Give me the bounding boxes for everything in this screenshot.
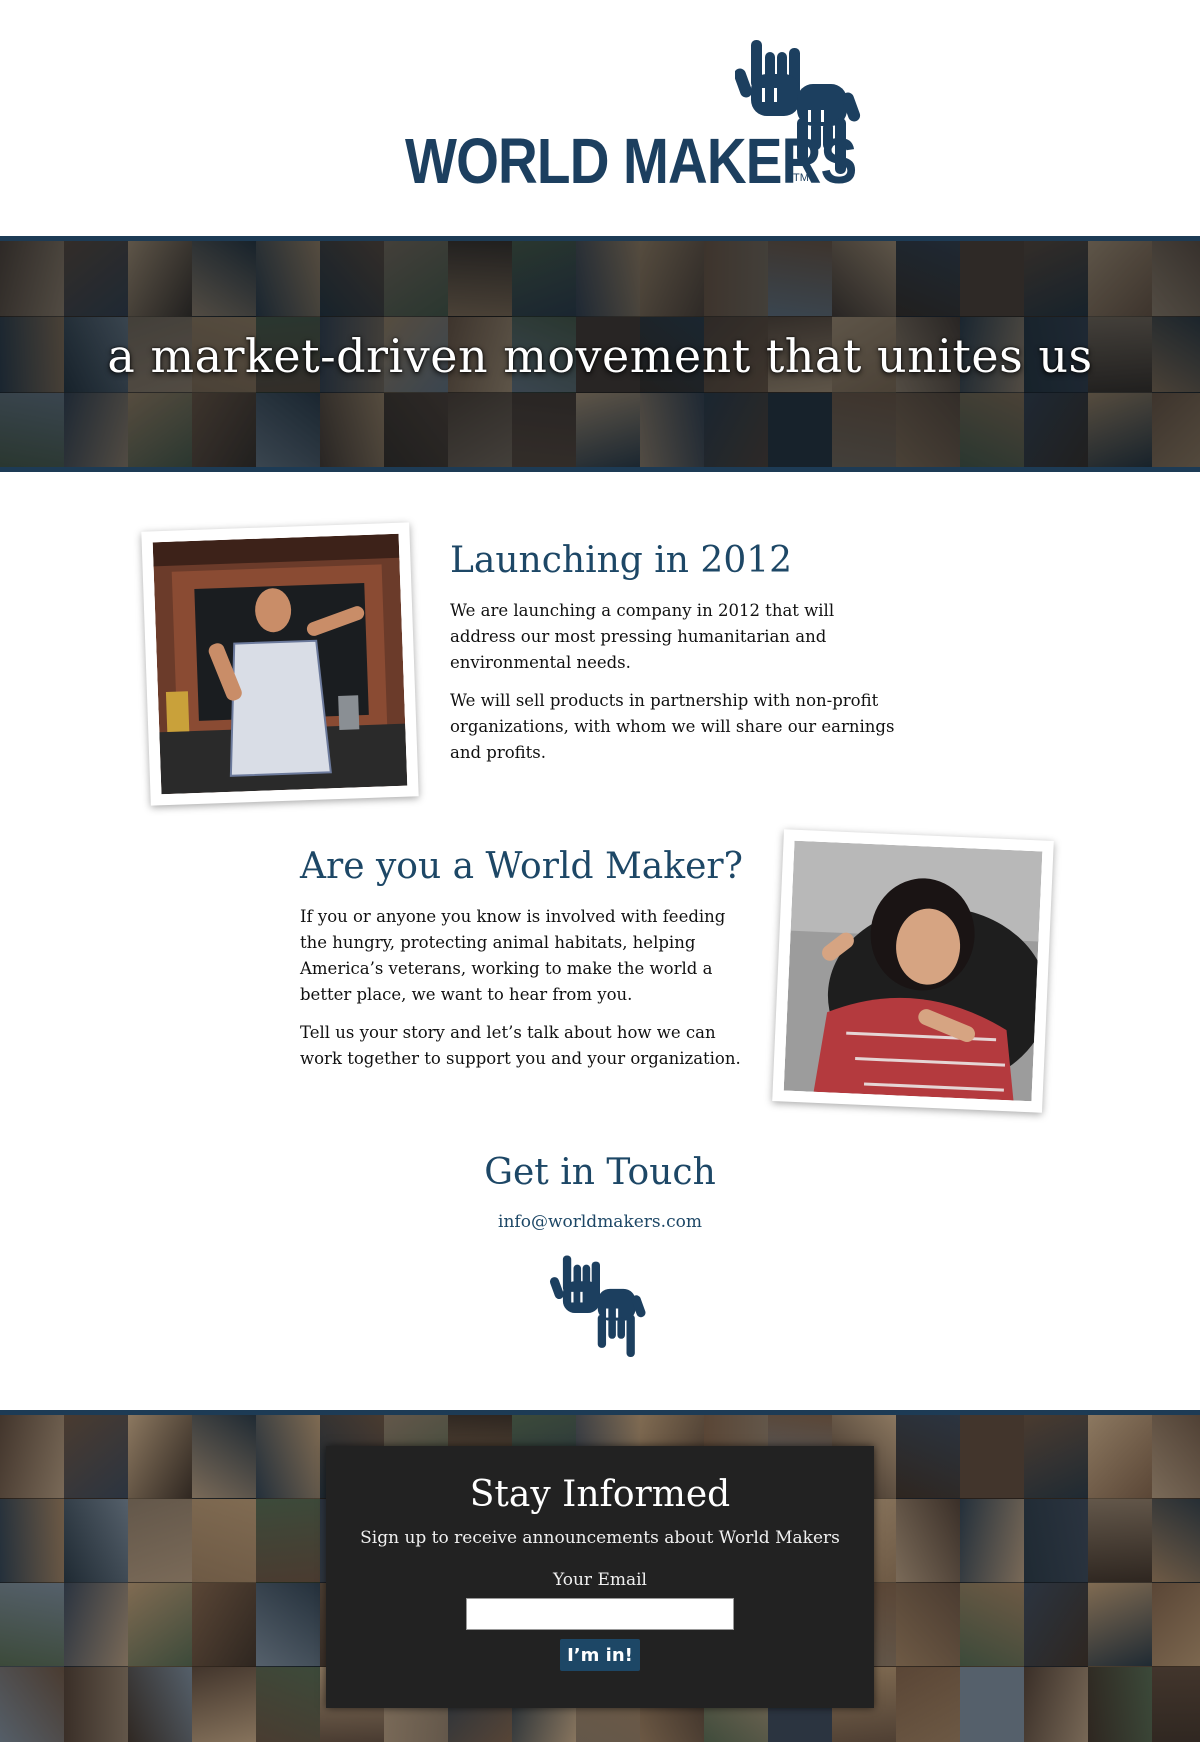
section-body-launching: We are launching a company in 2012 that … xyxy=(450,598,900,778)
hero-photo-mosaic: a market-driven movement that unites us xyxy=(0,236,1200,472)
mosaic-photo-tile xyxy=(64,1499,130,1583)
contact-title: Get in Touch xyxy=(484,1152,716,1193)
mosaic-photo-tile xyxy=(256,1583,322,1667)
mosaic-photo-tile xyxy=(896,1415,962,1499)
mosaic-photo-tile xyxy=(256,1499,322,1583)
mosaic-photo-tile xyxy=(960,1667,1026,1742)
mosaic-photo-tile xyxy=(256,1415,322,1499)
mosaic-photo-tile xyxy=(1088,1499,1154,1583)
mosaic-photo-tile xyxy=(1024,1499,1090,1583)
signup-title: Stay Informed xyxy=(469,1474,731,1515)
hero-tagline: a market-driven movement that unites us xyxy=(107,329,1093,383)
mosaic-photo-tile xyxy=(0,1499,66,1583)
mosaic-photo-tile xyxy=(1152,1583,1200,1667)
mosaic-photo-tile xyxy=(1088,1415,1154,1499)
contact-email-link[interactable]: info@worldmakers.com xyxy=(0,1212,1200,1232)
section-title-launching: Launching in 2012 xyxy=(450,540,793,581)
mosaic-photo-tile xyxy=(1088,1667,1154,1742)
mosaic-photo-tile xyxy=(128,1583,194,1667)
mosaic-photo-tile xyxy=(1152,1415,1200,1499)
mosaic-photo-tile xyxy=(1024,1583,1090,1667)
mosaic-photo-tile xyxy=(128,1667,194,1742)
mosaic-photo-tile xyxy=(64,1667,130,1742)
photo-man-hand-sign xyxy=(152,533,408,795)
hand-gesture-mark-icon xyxy=(549,1255,646,1357)
mosaic-photo-tile xyxy=(0,1415,66,1499)
email-input[interactable] xyxy=(466,1598,734,1630)
site-header: WORLD MAKERS TM xyxy=(0,0,1200,236)
email-label: Your Email xyxy=(553,1570,647,1590)
polaroid-photo-woman xyxy=(772,829,1054,1113)
mosaic-photo-tile xyxy=(192,1499,258,1583)
mosaic-photo-tile xyxy=(1024,1415,1090,1499)
mosaic-photo-tile xyxy=(64,1583,130,1667)
mosaic-photo-tile xyxy=(256,1667,322,1742)
mosaic-photo-tile xyxy=(1152,1499,1200,1583)
mosaic-photo-tile xyxy=(960,1583,1026,1667)
world-makers-logo[interactable]: WORLD MAKERS TM xyxy=(405,38,865,198)
world-maker-paragraph-1: If you or anyone you know is involved wi… xyxy=(300,907,726,1004)
mosaic-photo-tile xyxy=(960,1415,1026,1499)
logo-wordmark: WORLD MAKERS xyxy=(405,125,857,197)
signup-subtitle: Sign up to receive announcements about W… xyxy=(360,1528,840,1548)
launching-paragraph-2: We will sell products in partnership wit… xyxy=(450,691,895,762)
mosaic-photo-tile xyxy=(192,1583,258,1667)
mosaic-photo-tile xyxy=(896,1583,962,1667)
mosaic-photo-tile xyxy=(1088,1583,1154,1667)
signup-panel: Stay Informed Sign up to receive announc… xyxy=(326,1446,874,1708)
trademark-mark: TM xyxy=(793,172,809,184)
mosaic-photo-tile xyxy=(64,1415,130,1499)
section-title-world-maker: Are you a World Maker? xyxy=(300,846,743,887)
section-body-world-maker: If you or anyone you know is involved wi… xyxy=(300,904,750,1084)
photo-woman-hand-sign xyxy=(783,840,1043,1102)
mosaic-photo-tile xyxy=(0,1667,66,1742)
mosaic-photo-tile xyxy=(192,1667,258,1742)
mosaic-photo-tile xyxy=(128,1499,194,1583)
im-in-button[interactable]: I’m in! xyxy=(560,1639,640,1671)
polaroid-photo-man xyxy=(141,522,419,806)
mosaic-photo-tile xyxy=(192,1415,258,1499)
mosaic-photo-tile xyxy=(896,1499,962,1583)
mosaic-photo-tile xyxy=(1024,1667,1090,1742)
mosaic-photo-tile xyxy=(128,1415,194,1499)
mosaic-photo-tile xyxy=(1152,1667,1200,1742)
mosaic-photo-tile xyxy=(896,1667,962,1742)
mosaic-photo-tile xyxy=(960,1499,1026,1583)
launching-paragraph-1: We are launching a company in 2012 that … xyxy=(450,601,835,672)
world-maker-paragraph-2: Tell us your story and let’s talk about … xyxy=(300,1023,741,1068)
mosaic-photo-tile xyxy=(0,1583,66,1667)
